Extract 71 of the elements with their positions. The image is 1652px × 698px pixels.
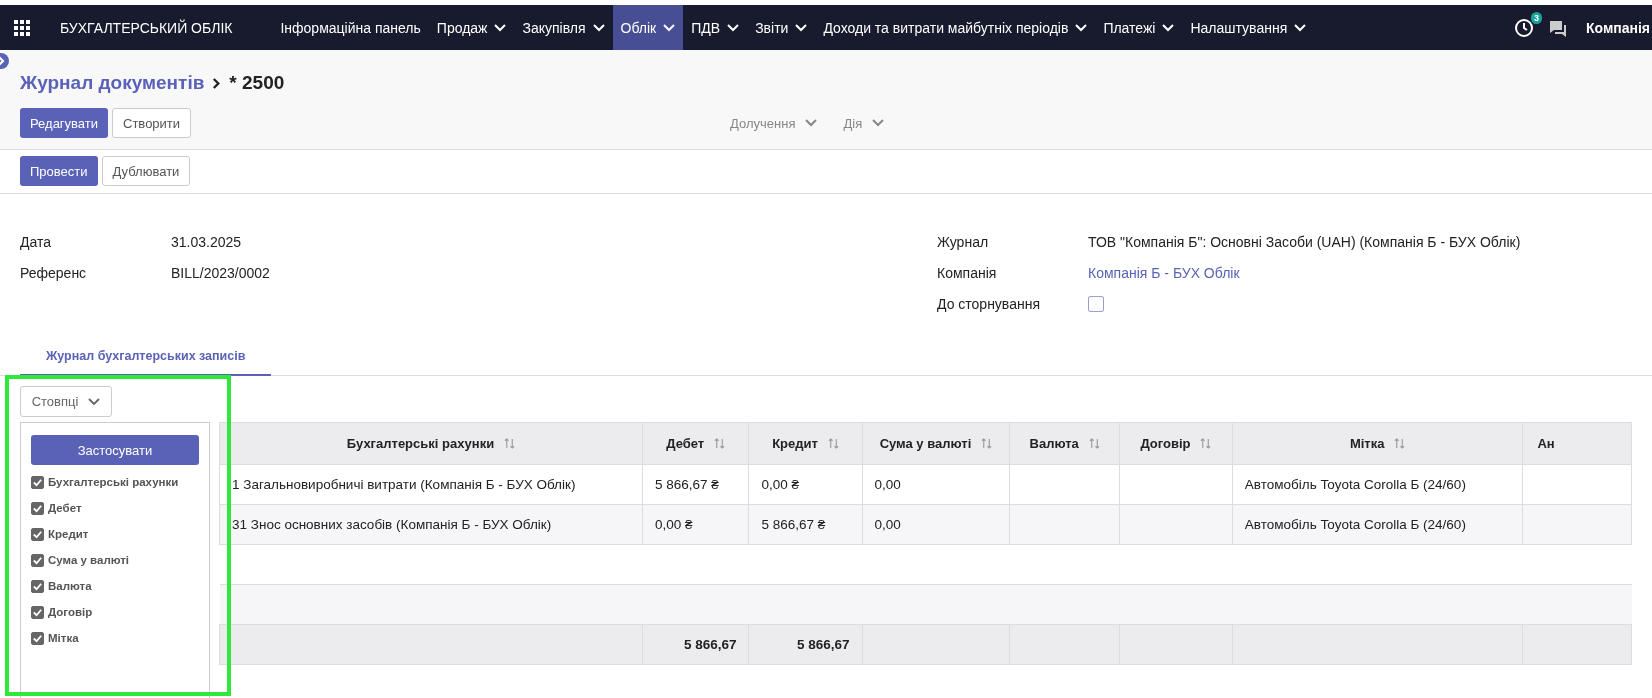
field-link[interactable]: Компанія Б - БУХ Облік bbox=[1088, 264, 1240, 281]
checkbox[interactable] bbox=[31, 501, 44, 515]
column-option-label: Мітка bbox=[48, 632, 79, 644]
nav-menu-item[interactable]: Платежі bbox=[1095, 5, 1183, 50]
nav-menu-item[interactable]: Закупівля bbox=[514, 5, 613, 50]
field-value: BILL/2023/0002 bbox=[171, 264, 270, 281]
nav-menu-item[interactable]: Звіти bbox=[747, 5, 816, 50]
caret-icon bbox=[805, 119, 818, 127]
columns-dropdown-button[interactable]: Стовпці bbox=[20, 386, 112, 417]
checkbox[interactable] bbox=[1088, 295, 1104, 312]
caret-icon bbox=[872, 119, 885, 127]
checkbox[interactable] bbox=[31, 475, 44, 489]
nav-menu-item[interactable]: Облік bbox=[612, 5, 684, 50]
checkbox[interactable] bbox=[31, 605, 44, 619]
column-option-label: Кредит bbox=[48, 528, 89, 540]
post-button[interactable]: Провести bbox=[20, 156, 98, 186]
table-cell: 0,00 ₴ bbox=[642, 504, 749, 545]
column-header[interactable]: Ан bbox=[1523, 422, 1632, 465]
field-value: ТОВ "Компанія Б": Основні Засоби (UAH) (Компанія Б - БУХ Облік) bbox=[1088, 233, 1521, 250]
table-cell: 5 866,67 ₴ bbox=[642, 464, 749, 505]
table-cell: 31 Знос основних засобів (Компанія Б - БУХ Облік) bbox=[219, 504, 643, 545]
clock-icon[interactable] bbox=[1513, 17, 1534, 38]
duplicate-button[interactable]: Дублювати bbox=[101, 156, 191, 186]
nav-menu-item[interactable]: ПДВ bbox=[683, 5, 748, 50]
column-header[interactable]: Мітка bbox=[1232, 422, 1523, 465]
company-switcher[interactable]: Компанія bbox=[1585, 19, 1650, 36]
checkbox[interactable] bbox=[31, 527, 44, 541]
nav-menu-item[interactable]: Інформаційна панель bbox=[272, 5, 429, 50]
field-value: 31.03.2025 bbox=[171, 233, 242, 250]
total-cell: 5 866,67 bbox=[642, 624, 749, 665]
column-header[interactable]: Кредит bbox=[749, 422, 863, 465]
breadcrumb-link[interactable]: Журнал документів bbox=[20, 72, 205, 94]
table-cell: Автомобіль Toyota Corolla Б (24/60) bbox=[1232, 504, 1523, 545]
edit-button[interactable]: Редагувати bbox=[20, 108, 109, 138]
column-header[interactable]: Договір bbox=[1119, 422, 1233, 465]
field-label: Референс bbox=[20, 264, 88, 281]
notebook-tab[interactable]: Журнал бухгалтерських записів bbox=[20, 339, 272, 376]
field-label: До сторнування bbox=[937, 295, 1041, 312]
caret-icon bbox=[88, 397, 101, 406]
checkbox[interactable] bbox=[31, 631, 44, 645]
column-option-label: Бухгалтерські рахунки bbox=[48, 476, 179, 488]
table-cell: 5 866,67 ₴ bbox=[749, 504, 863, 545]
column-header[interactable]: Бухгалтерські рахунки bbox=[219, 422, 643, 465]
field-label: Дата bbox=[20, 233, 52, 250]
apply-button[interactable]: Застосувати bbox=[31, 435, 199, 465]
breadcrumb-current: * 2500 bbox=[229, 72, 285, 94]
create-button[interactable]: Створити bbox=[112, 108, 192, 138]
column-option-label: Договір bbox=[48, 606, 93, 618]
checkbox[interactable] bbox=[31, 553, 44, 567]
column-header[interactable]: Валюта bbox=[1009, 422, 1120, 465]
nav-menu-item[interactable]: Продаж bbox=[428, 5, 515, 50]
total-cell: 5 866,67 bbox=[749, 624, 863, 665]
table-cell: Автомобіль Toyota Corolla Б (24/60) bbox=[1232, 464, 1523, 505]
checkbox[interactable] bbox=[31, 579, 44, 593]
chevron-right-icon bbox=[212, 76, 222, 90]
column-option-label: Дебет bbox=[48, 502, 82, 514]
table-cell: 1 Загальновиробничі витрати (Компанія Б - БУХ Облік) bbox=[219, 464, 643, 505]
column-header[interactable]: Дебет bbox=[642, 422, 749, 465]
field-label: Компанія bbox=[937, 264, 998, 281]
apps-grid-icon[interactable] bbox=[14, 19, 30, 36]
nav-menu-item[interactable]: Доходи та витрати майбутніх періодів bbox=[815, 5, 1096, 50]
table-cell: 0,00 bbox=[862, 504, 1010, 545]
column-option-label: Сума у валюті bbox=[48, 554, 130, 566]
column-header[interactable]: Сума у валюті bbox=[862, 422, 1010, 465]
table-cell: 0,00 bbox=[862, 464, 1010, 505]
nav-menu-item[interactable]: Налаштування bbox=[1182, 5, 1315, 50]
activity-count-badge: 3 bbox=[1530, 11, 1542, 24]
app-title: БУХГАЛТЕРСЬКИЙ ОБЛІК bbox=[60, 19, 233, 36]
table-cell: 0,00 ₴ bbox=[749, 464, 863, 505]
column-option-label: Валюта bbox=[48, 580, 92, 592]
field-label: Журнал bbox=[937, 233, 990, 250]
